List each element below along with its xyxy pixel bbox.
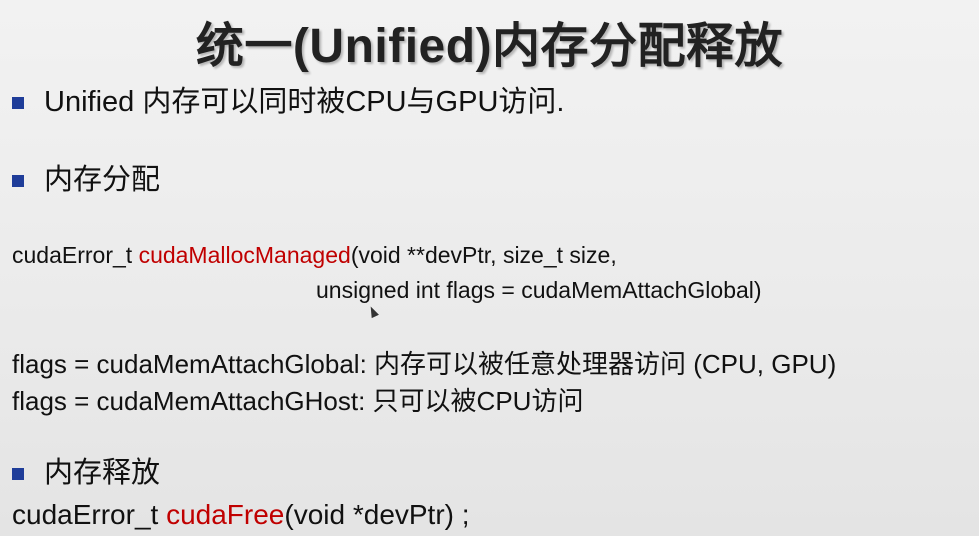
page-title: 统一(Unified)内存分配释放	[195, 20, 784, 73]
malloc-args-2: unsigned int flags = cudaMemAttachGlobal…	[316, 277, 762, 303]
mouse-cursor-icon	[367, 304, 379, 319]
flag-host-text: flags = cudaMemAttachGHost: 只可以被CPU访问	[12, 386, 584, 416]
bullet-unified: Unified 内存可以同时被CPU与GPU访问.	[12, 88, 564, 117]
malloc-signature-line-1: cudaError_t cudaMallocManaged(void **dev…	[12, 242, 617, 269]
free-signature-line: cudaError_t cudaFree(void *devPtr) ;	[12, 499, 470, 531]
bullet-free: 内存释放	[12, 459, 160, 488]
malloc-prefix: cudaError_t	[12, 242, 139, 268]
free-args: (void *devPtr) ;	[284, 499, 470, 530]
malloc-args-1: (void **devPtr, size_t size,	[350, 242, 617, 268]
malloc-signature-line-2: unsigned int flags = cudaMemAttachGlobal…	[316, 277, 762, 304]
bullet-square-icon	[12, 467, 24, 480]
slide: 统一(Unified)内存分配释放 Unified 内存可以同时被CPU与GPU…	[0, 0, 979, 536]
bullet-alloc: 内存分配	[12, 166, 160, 195]
bullet-square-icon	[12, 174, 24, 187]
free-function-name: cudaFree	[166, 499, 285, 530]
bullet-unified-text: Unified 内存可以同时被CPU与GPU访问.	[44, 86, 565, 118]
malloc-function-name: cudaMallocManaged	[138, 242, 351, 268]
bullet-free-text: 内存释放	[44, 457, 161, 489]
flag-global-text: flags = cudaMemAttachGlobal: 内存可以被任意处理器访…	[12, 349, 837, 379]
bullet-alloc-text: 内存分配	[44, 164, 161, 196]
flag-host-line: flags = cudaMemAttachGHost: 只可以被CPU访问	[12, 381, 583, 418]
flag-global-line: flags = cudaMemAttachGlobal: 内存可以被任意处理器访…	[12, 344, 836, 381]
free-prefix: cudaError_t	[12, 499, 167, 530]
bullet-square-icon	[12, 96, 24, 109]
